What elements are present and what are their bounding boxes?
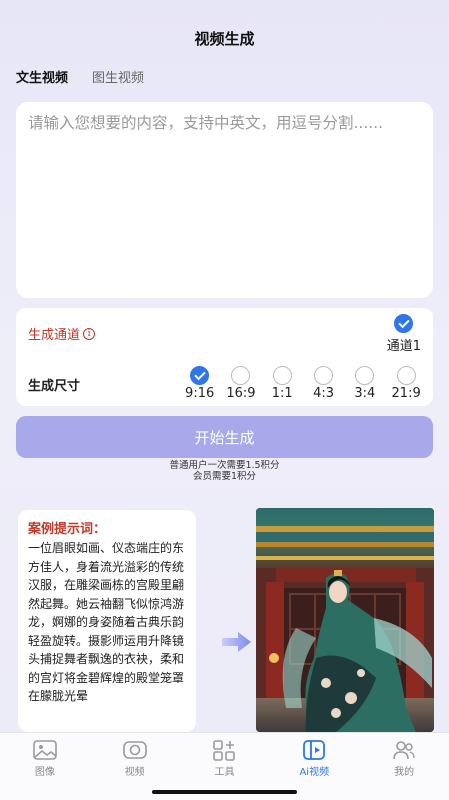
size-label: 生成尺寸	[28, 379, 81, 394]
info-icon[interactable]: i	[83, 327, 96, 340]
size-option-label: 21:9	[391, 386, 421, 401]
channel-option-label: 通道1	[386, 339, 421, 354]
generate-button[interactable]: 开始生成	[16, 416, 433, 458]
cost-line-regular: 普通用户一次需要1.5积分	[169, 460, 280, 471]
size-option-3-4[interactable]: 3:4	[344, 366, 385, 401]
size-option-label: 4:3	[313, 386, 334, 401]
home-indicator	[152, 790, 297, 794]
cost-line-member: 会员需要1积分	[192, 471, 257, 482]
tab-image-to-video[interactable]: 图生视频	[92, 67, 144, 86]
radio-icon	[314, 366, 334, 385]
size-option-21-9[interactable]: 21:9	[385, 366, 426, 401]
channel-label-text: 生成通道	[28, 328, 81, 343]
size-option-label: 3:4	[354, 386, 376, 401]
radio-icon	[272, 366, 292, 385]
tabbar-label: Ai视频	[299, 767, 330, 778]
tabbar-item-profile[interactable]: 我的	[359, 733, 449, 800]
tab-text-to-video[interactable]: 文生视频	[16, 67, 68, 86]
prompt-card	[16, 102, 433, 298]
size-option-4-3[interactable]: 4:3	[303, 366, 344, 401]
size-option-9-16[interactable]: 9:16	[179, 366, 220, 401]
ai-video-icon	[303, 740, 326, 760]
arrow-right-icon	[222, 632, 251, 652]
size-option-label: 16:9	[226, 386, 256, 401]
channel-label: 生成通道 i	[28, 324, 96, 343]
size-option-label: 9:16	[185, 386, 215, 401]
example-title: 案例提示词：	[28, 522, 107, 537]
bottom-tab-bar: 图像 视频 工具 Ai视频 我的	[0, 732, 449, 800]
tabbar-label: 图像	[34, 767, 55, 778]
channel-option-1[interactable]: 通道1	[387, 314, 421, 354]
check-icon	[394, 314, 414, 333]
radio-icon	[355, 366, 375, 385]
radio-icon	[231, 366, 251, 385]
options-card: 生成通道 i 通道1 生成尺寸 9:16 16:9 1:1 4:3 3:4 21…	[16, 308, 433, 406]
tabbar-label: 视频	[124, 767, 145, 778]
video-icon	[122, 741, 147, 759]
image-icon	[33, 740, 57, 760]
radio-icon	[396, 366, 416, 385]
size-option-label: 1:1	[271, 386, 293, 401]
tabbar-label: 工具	[214, 767, 235, 778]
example-image	[256, 508, 434, 732]
tabbar-item-image[interactable]: 图像	[0, 733, 90, 800]
cost-info: 普通用户一次需要1.5积分 会员需要1积分	[0, 460, 449, 482]
size-options: 9:16 16:9 1:1 4:3 3:4 21:9	[179, 366, 427, 401]
example-text: 一位眉眼如画、仪态端庄的东方佳人，身着流光溢彩的传统汉服，在雕梁画栋的宫殿里翩然…	[28, 541, 185, 703]
profile-icon	[393, 741, 415, 760]
tabbar-label: 我的	[394, 767, 415, 778]
size-option-1-1[interactable]: 1:1	[262, 366, 303, 401]
size-option-16-9[interactable]: 16:9	[220, 366, 261, 401]
tools-icon	[213, 740, 236, 761]
example-prompt-card: 案例提示词： 一位眉眼如画、仪态端庄的东方佳人，身着流光溢彩的传统汉服，在雕梁画…	[18, 510, 196, 732]
mode-tabs: 文生视频 图生视频	[16, 67, 144, 86]
page-title: 视频生成	[194, 30, 255, 48]
prompt-input[interactable]	[28, 112, 421, 288]
check-icon	[190, 366, 210, 385]
